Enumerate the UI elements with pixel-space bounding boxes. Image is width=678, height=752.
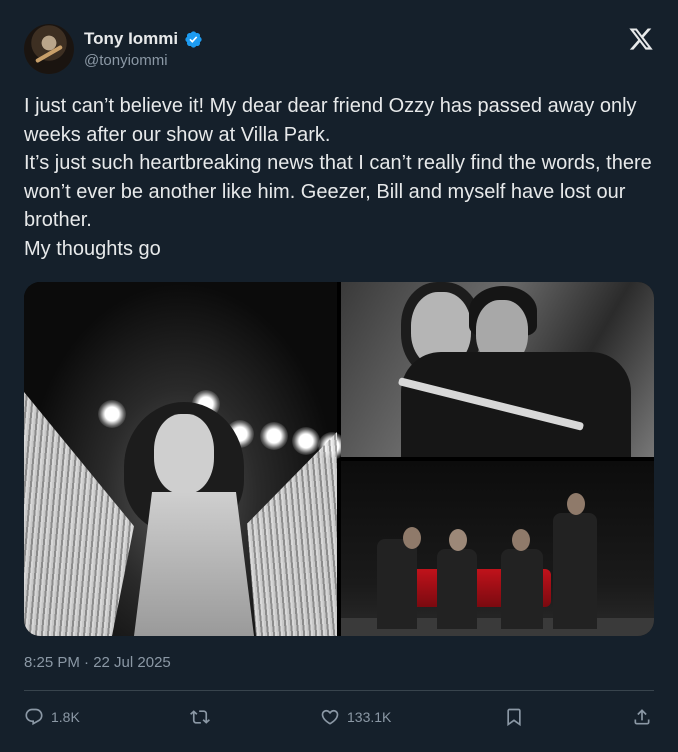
share-button[interactable]	[632, 700, 652, 734]
verified-badge-icon	[185, 30, 202, 48]
action-bar: 1.8K 133.1K	[24, 700, 654, 734]
photo-ozzy-stage[interactable]	[24, 282, 346, 636]
photo-ozzy-tony-embrace[interactable]	[341, 282, 654, 457]
like-count: 133.1K	[347, 709, 392, 725]
author-handle[interactable]: @tonyiommi	[84, 52, 168, 69]
tweet-card: Tony Iommi @tonyiommi I just can’t belie…	[0, 0, 678, 752]
tweet-timestamp[interactable]: 8:25 PM · 22 Jul 2025	[24, 654, 171, 671]
share-icon	[634, 709, 650, 725]
divider	[24, 690, 654, 691]
heart-icon	[321, 709, 339, 725]
tweet-text: I just can’t believe it! My dear dear fr…	[24, 95, 652, 260]
x-logo-icon[interactable]	[628, 26, 654, 52]
bookmark-button[interactable]	[504, 700, 524, 734]
repost-button[interactable]	[190, 700, 217, 734]
author-name-row[interactable]: Tony Iommi	[84, 29, 203, 49]
avatar-guitar	[35, 44, 63, 64]
reply-button[interactable]: 1.8K	[24, 700, 80, 734]
like-button[interactable]: 133.1K	[320, 700, 391, 734]
reply-icon	[25, 708, 43, 726]
photo-band-group[interactable]	[341, 461, 654, 636]
bookmark-icon	[507, 708, 521, 727]
avatar[interactable]	[24, 24, 74, 74]
author-name[interactable]: Tony Iommi	[84, 29, 178, 49]
media-grid	[24, 282, 654, 636]
repost-icon	[190, 710, 210, 724]
reply-count: 1.8K	[51, 709, 80, 725]
